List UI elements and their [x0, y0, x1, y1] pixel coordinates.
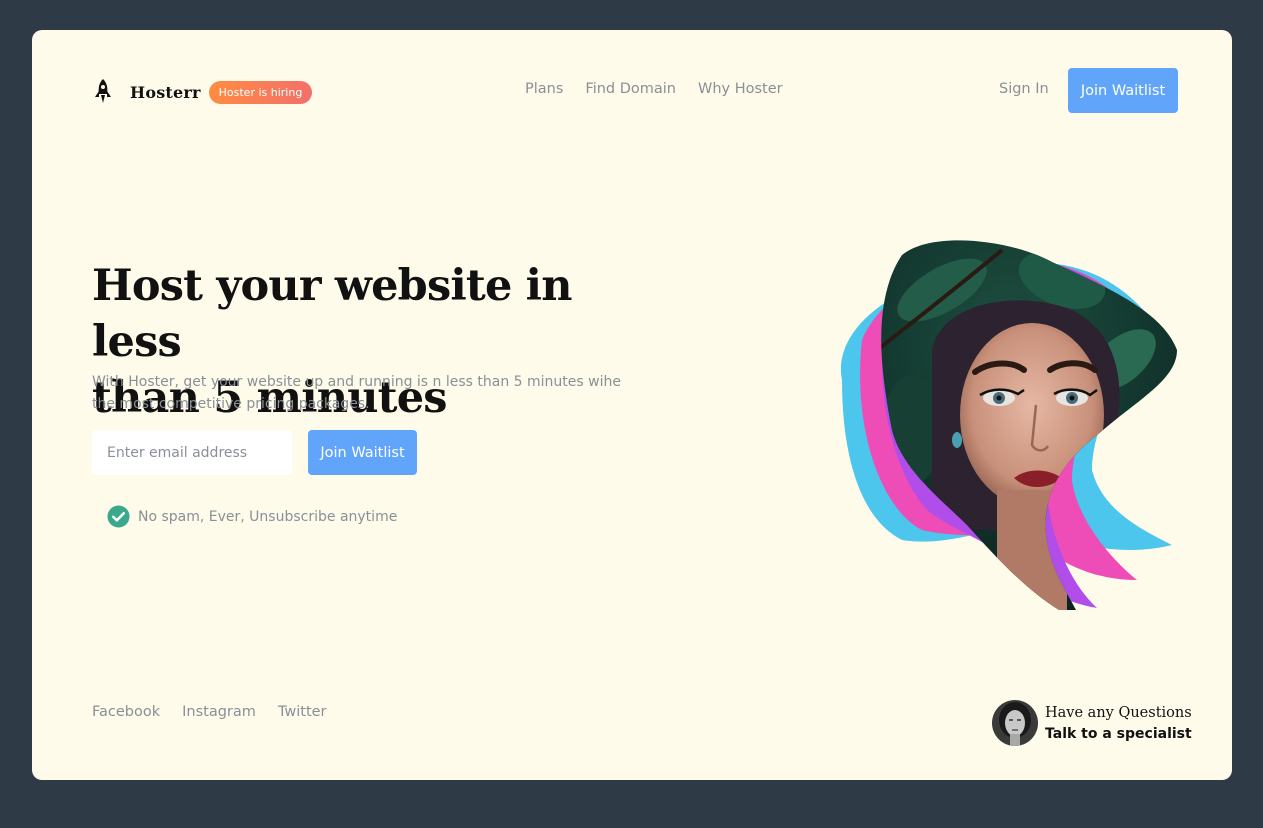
social-link-twitter[interactable]: Twitter	[278, 704, 327, 720]
header-join-waitlist-button[interactable]: Join Waitlist	[1068, 68, 1178, 113]
social-link-instagram[interactable]: Instagram	[182, 704, 256, 720]
nav-item-why-hoster[interactable]: Why Hoster	[698, 81, 783, 97]
hero-headline-line-1: Host your website in less	[92, 261, 572, 367]
help-cta: Talk to a specialist	[1045, 725, 1192, 742]
nav-item-find-domain[interactable]: Find Domain	[585, 81, 676, 97]
hero-join-waitlist-button[interactable]: Join Waitlist	[308, 430, 417, 475]
logo[interactable]: Hosterr Hoster is hiring	[92, 78, 313, 106]
hiring-badge[interactable]: Hoster is hiring	[208, 80, 313, 104]
brand-name: Hosterr	[130, 82, 201, 102]
hero-subtext: With Hoster, get your website up and run…	[92, 374, 621, 412]
hero-portrait-illustration	[840, 240, 1177, 610]
help-question: Have any Questions	[1045, 704, 1192, 721]
sign-in-link[interactable]: Sign In	[999, 81, 1049, 97]
landing-card: Hosterr Hoster is hiring Plans Find Doma…	[32, 30, 1232, 780]
avatar	[992, 700, 1038, 746]
email-input[interactable]	[92, 430, 292, 475]
main-nav: Plans Find Domain Why Hoster	[525, 81, 783, 97]
social-links: Facebook Instagram Twitter	[92, 704, 327, 720]
social-link-facebook[interactable]: Facebook	[92, 704, 160, 720]
no-spam-note: No spam, Ever, Unsubscribe anytime	[107, 505, 397, 528]
talk-to-specialist[interactable]: Have any Questions Talk to a specialist	[992, 700, 1192, 746]
nav-item-plans[interactable]: Plans	[525, 81, 563, 97]
no-spam-text: No spam, Ever, Unsubscribe anytime	[138, 508, 398, 525]
rocket-icon	[95, 79, 111, 103]
check-circle-icon	[107, 505, 130, 528]
